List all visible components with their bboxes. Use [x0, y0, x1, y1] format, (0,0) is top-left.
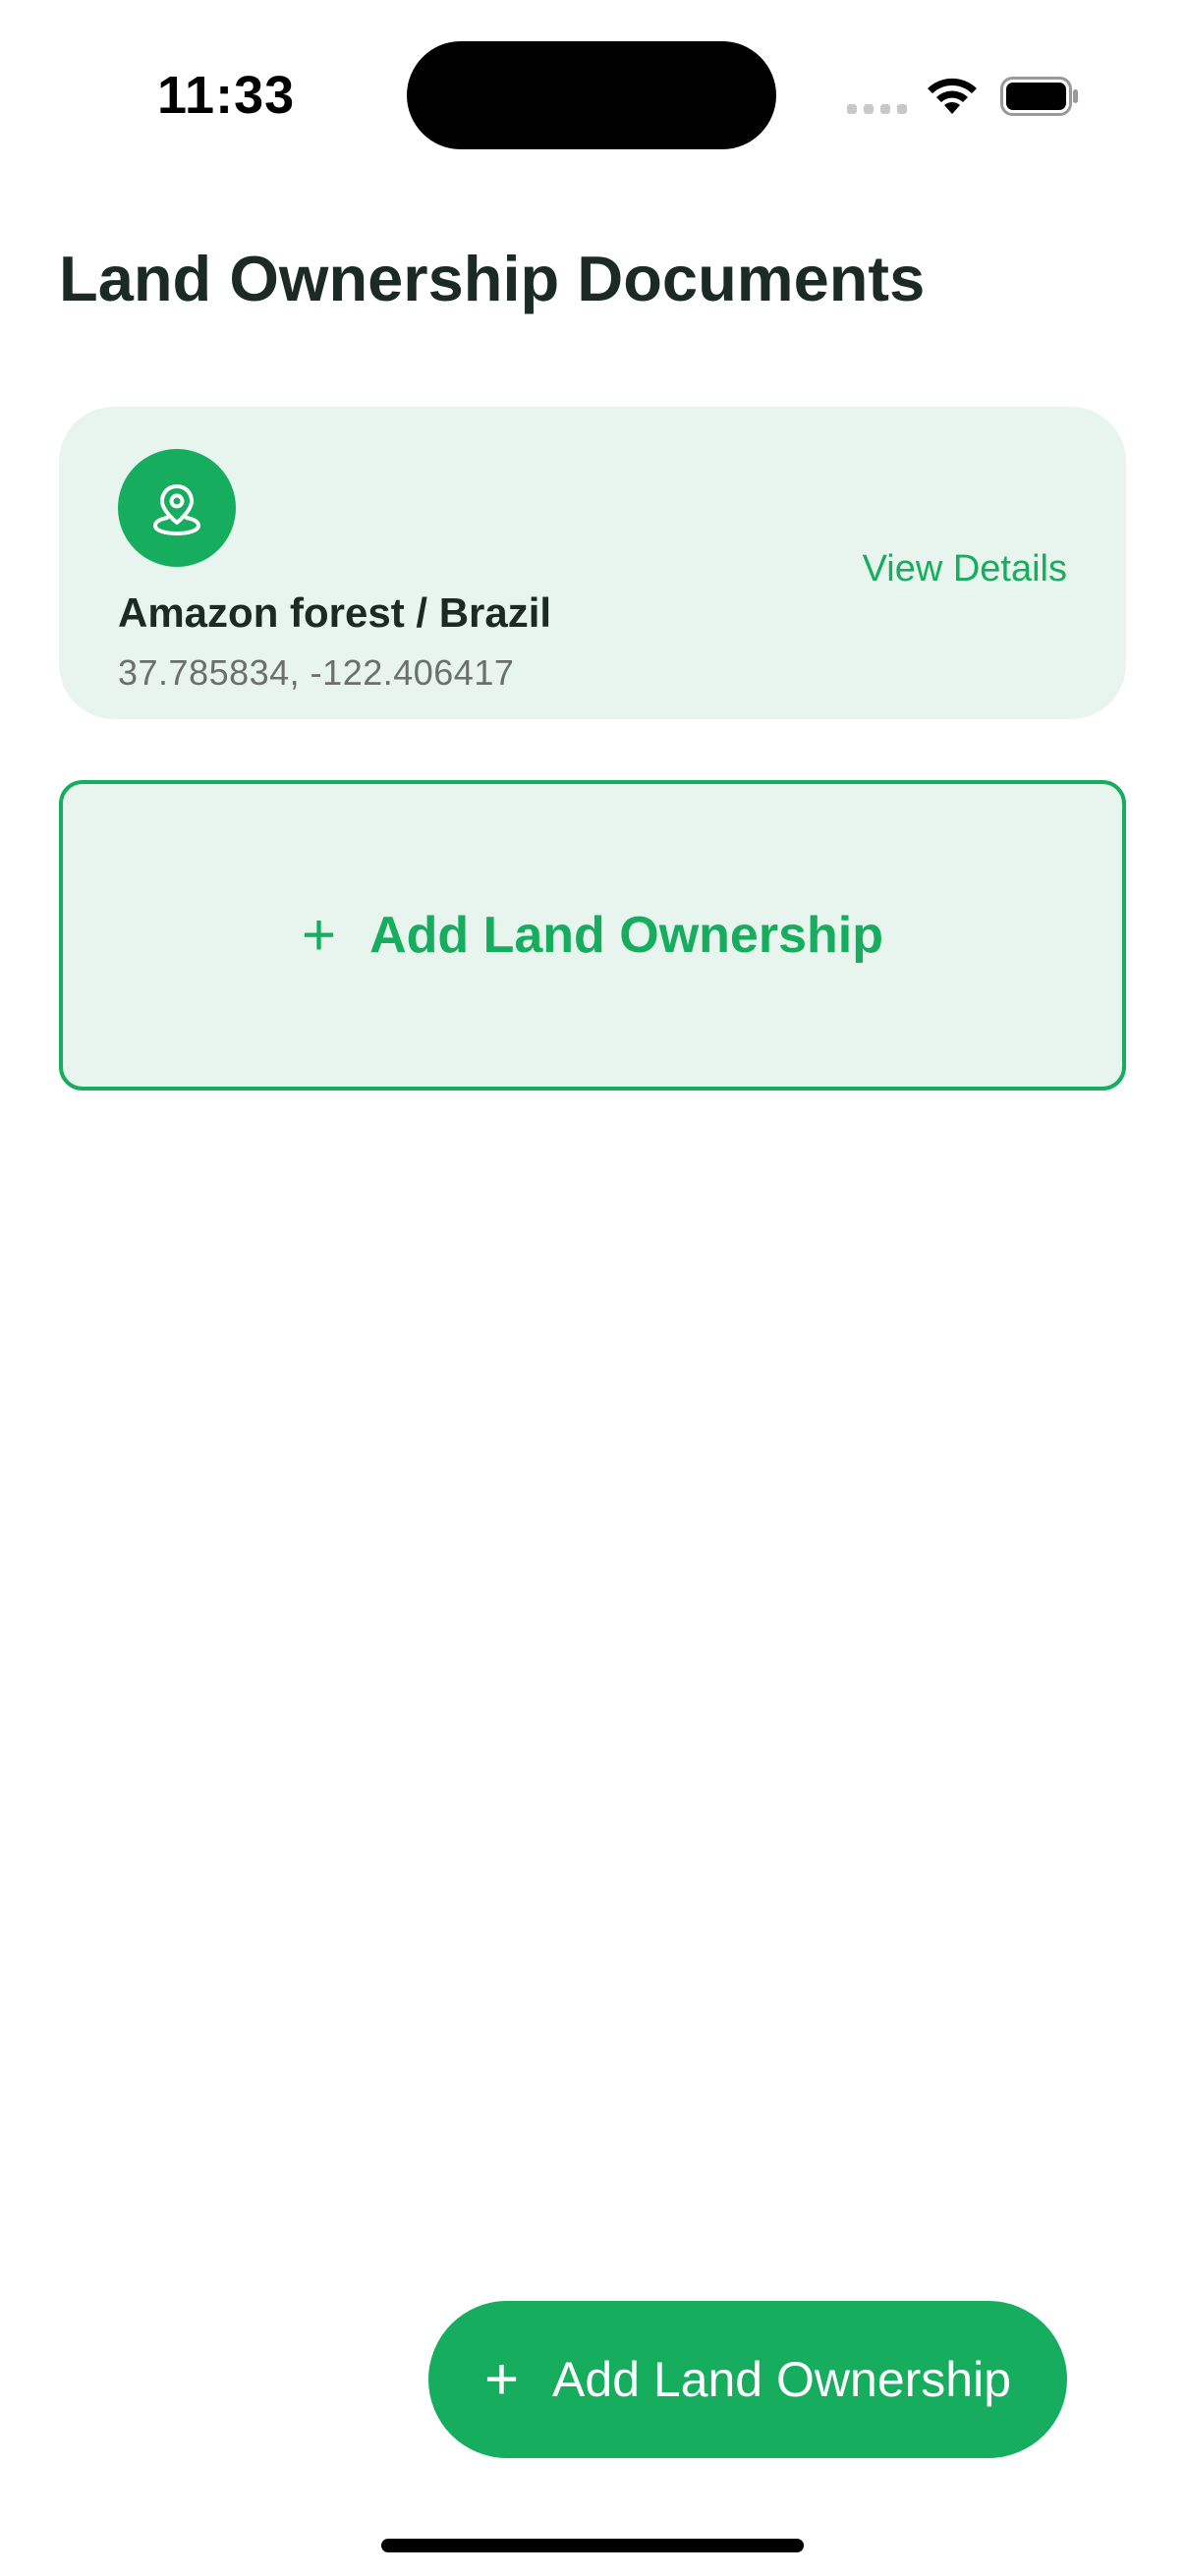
battery-icon	[1000, 77, 1078, 116]
add-land-ownership-card-label: Add Land Ownership	[369, 907, 883, 964]
land-card[interactable]: Amazon forest / Brazil 37.785834, -122.4…	[59, 407, 1126, 719]
page-title: Land Ownership Documents	[59, 243, 926, 314]
land-name: Amazon forest / Brazil	[118, 589, 552, 636]
dynamic-island	[407, 41, 776, 149]
add-land-ownership-card[interactable]: + Add Land Ownership	[59, 780, 1126, 1091]
land-card-icon-badge	[118, 449, 236, 567]
add-land-ownership-button[interactable]: + Add Land Ownership	[428, 2301, 1067, 2458]
land-coordinates: 37.785834, -122.406417	[118, 652, 515, 693]
view-details-link[interactable]: View Details	[863, 548, 1067, 590]
status-time: 11:33	[157, 66, 296, 125]
add-land-ownership-button-label: Add Land Ownership	[552, 2352, 1011, 2407]
plus-icon: +	[483, 2346, 520, 2412]
plus-icon: +	[302, 902, 337, 968]
status-bar: 11:33	[0, 0, 1185, 187]
wifi-icon	[928, 78, 977, 114]
cellular-signal-icon	[847, 104, 907, 114]
map-pin-icon	[152, 484, 201, 536]
home-indicator	[381, 2539, 804, 2552]
